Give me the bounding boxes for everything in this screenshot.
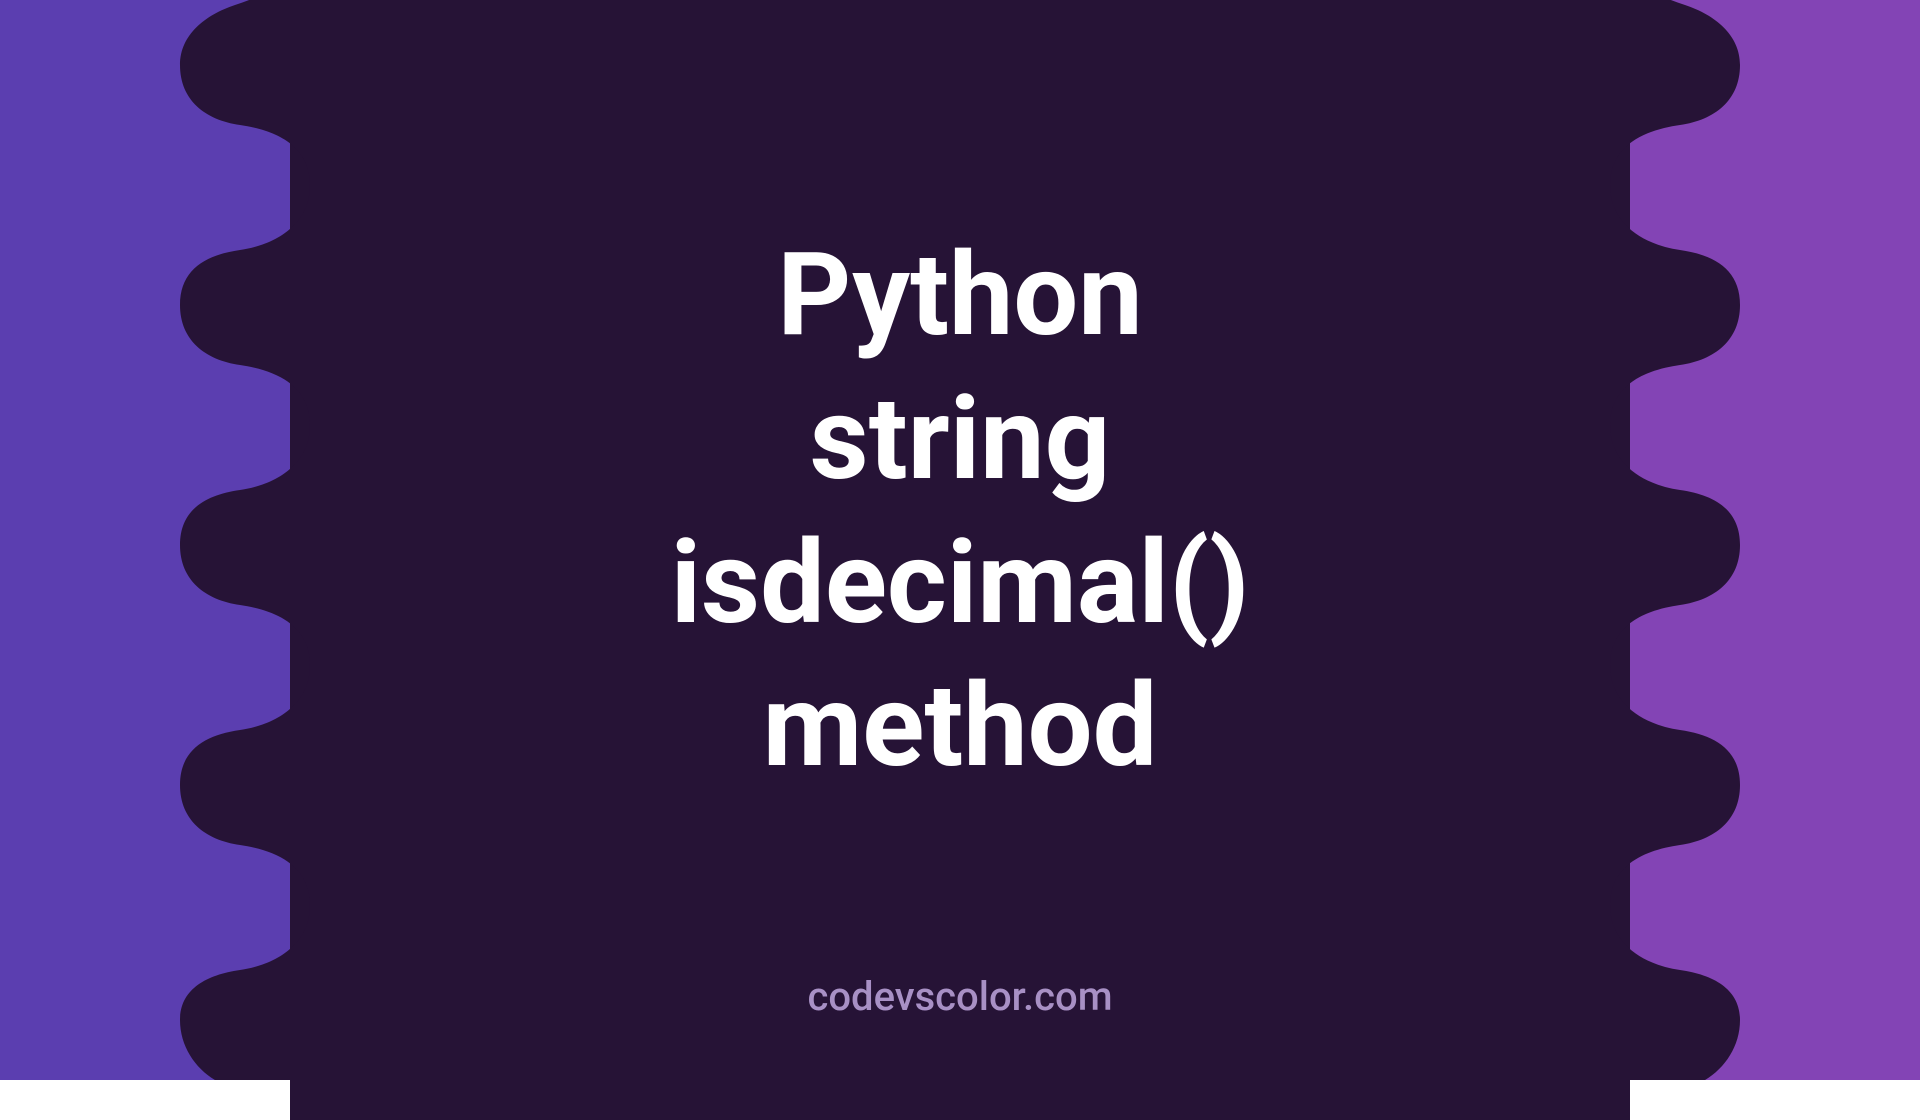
blob-edge-left — [150, 0, 430, 1080]
main-title: Python string isdecimal() method — [671, 224, 1250, 799]
title-line-1: Python — [671, 224, 1250, 368]
title-line-2: string — [671, 368, 1250, 512]
title-line-4: method — [671, 655, 1250, 799]
footer-attribution: codevscolor.com — [807, 973, 1112, 1020]
title-line-3: isdecimal() — [671, 511, 1250, 655]
blob-edge-right — [1490, 0, 1770, 1080]
